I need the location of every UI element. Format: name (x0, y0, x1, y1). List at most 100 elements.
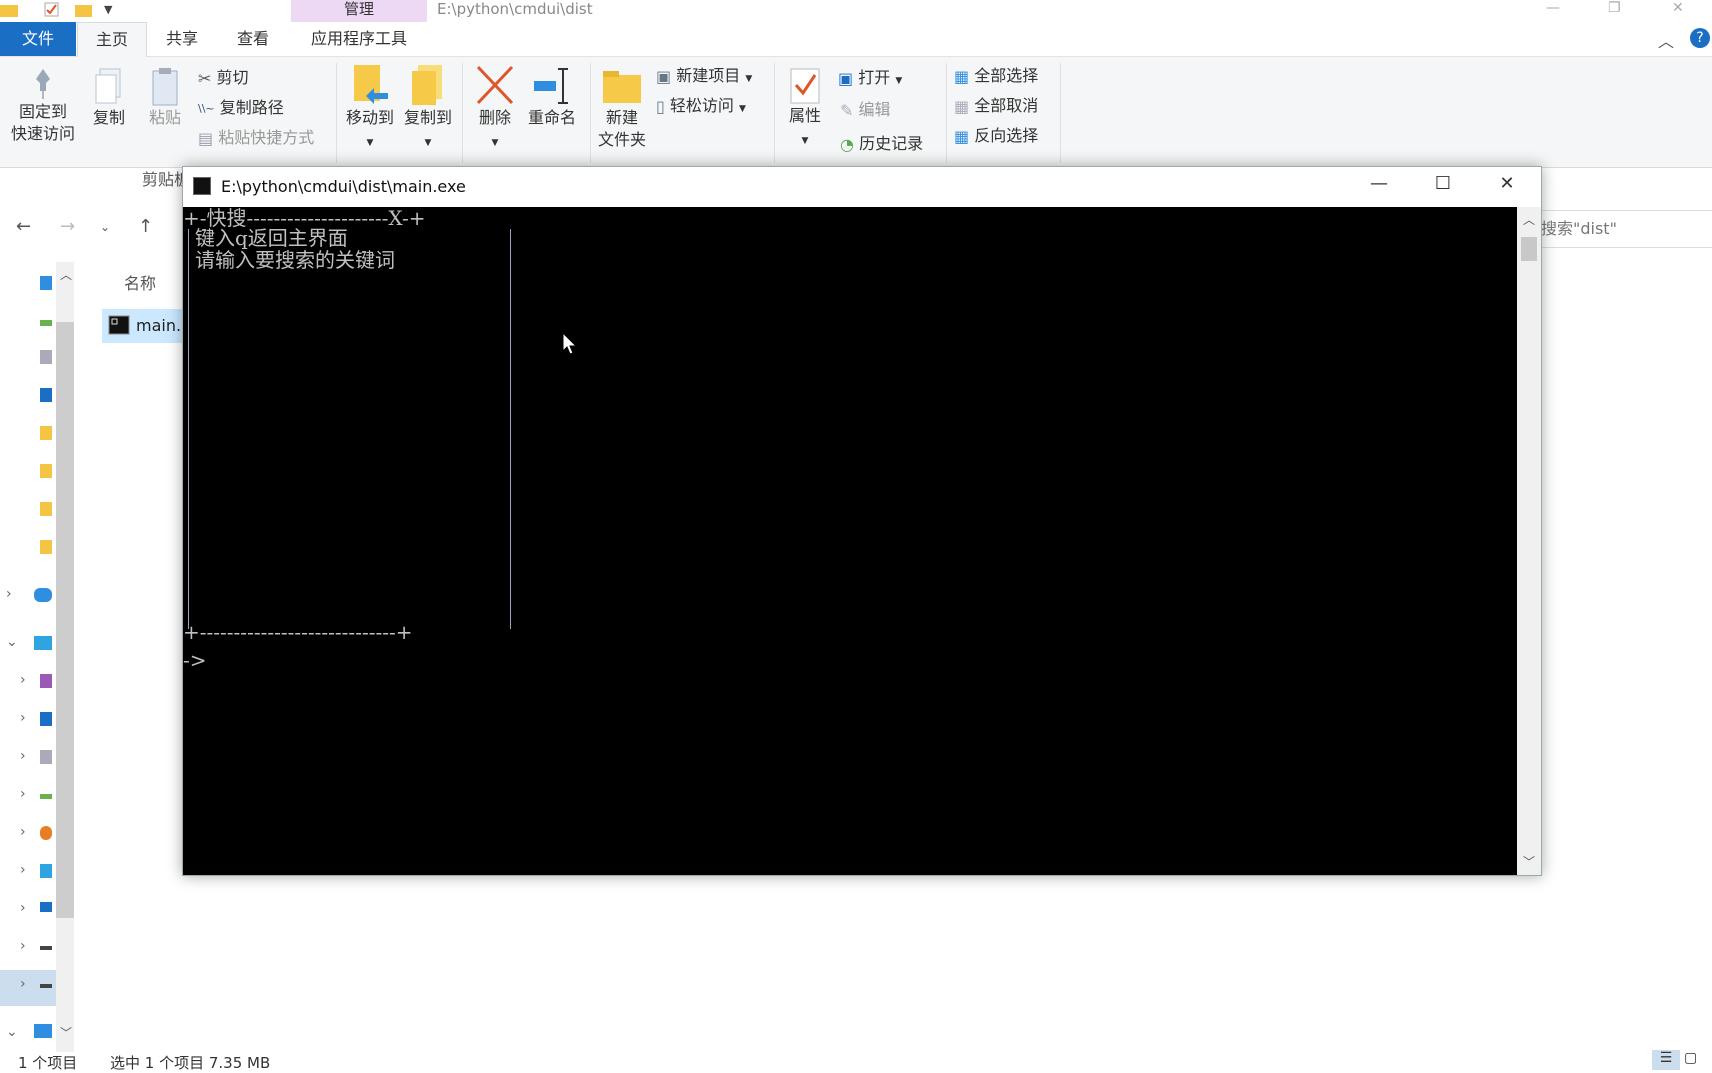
folder-icon[interactable] (40, 540, 52, 554)
properties-check-icon (790, 68, 820, 104)
copy-to-button[interactable]: 复制到 ▼ (400, 63, 456, 154)
music-icon[interactable] (40, 826, 52, 840)
back-arrow-icon[interactable]: ← (16, 216, 31, 237)
nav-scrollbar-thumb[interactable] (56, 322, 74, 918)
open-icon: ▣ (838, 68, 854, 88)
paste-button[interactable]: 粘贴 (140, 67, 190, 129)
new-folder-icon[interactable] (74, 2, 94, 18)
videos-icon[interactable] (40, 674, 52, 688)
folder-icon[interactable] (40, 464, 52, 478)
close-icon[interactable]: ✕ (1672, 0, 1684, 16)
help-icon[interactable]: ? (1690, 28, 1710, 48)
folder-icon[interactable] (40, 426, 52, 440)
chevron-right-icon[interactable]: › (20, 900, 26, 916)
properties-button[interactable]: 属性 ▼ (780, 65, 830, 152)
frame-left-border (188, 229, 189, 629)
drive-icon[interactable] (40, 946, 52, 950)
tab-manage[interactable]: 管理 (291, 0, 427, 22)
windows-drive-icon[interactable] (40, 902, 52, 912)
console-titlebar[interactable]: E:\python\cmdui\dist\main.exe — ☐ ✕ (183, 167, 1541, 207)
chevron-down-icon[interactable]: ⌄ (6, 634, 18, 650)
minimize-icon[interactable]: — (1546, 0, 1560, 16)
details-view-icon[interactable]: ☰ (1652, 1050, 1680, 1070)
tab-file[interactable]: 文件 (0, 22, 76, 56)
properties-check-icon[interactable] (44, 2, 60, 18)
copy-path-button[interactable]: \\~ 复制路径 (198, 97, 284, 120)
new-item-button[interactable]: ▣ 新建项目 ▼ (656, 65, 752, 90)
select-none-label: 全部取消 (974, 96, 1039, 115)
select-all-button[interactable]: ▦ 全部选择 (954, 65, 1038, 88)
invert-selection-button[interactable]: ▦ 反向选择 (954, 125, 1038, 148)
delete-button[interactable]: 删除 ▼ (470, 63, 520, 154)
forward-arrow-icon[interactable]: → (60, 216, 75, 237)
tab-home[interactable]: 主页 (77, 22, 147, 57)
paste-label: 粘贴 (148, 108, 181, 127)
chevron-right-icon[interactable]: › (6, 586, 12, 602)
console-app-icon (193, 177, 211, 195)
prompt-line: 请输入要搜索的关键词 (195, 248, 395, 272)
select-none-button[interactable]: ▦ 全部取消 (954, 95, 1038, 118)
chevron-down-icon[interactable]: ⌄ (6, 1024, 18, 1040)
quick-access-icon[interactable] (40, 276, 52, 290)
chevron-right-icon[interactable]: › (20, 672, 26, 688)
paste-shortcut-label: 粘贴快捷方式 (218, 128, 315, 147)
column-header-name[interactable]: 名称 (124, 270, 156, 294)
open-button[interactable]: ▣ 打开 ▼ (838, 67, 902, 92)
cut-button[interactable]: ✂ 剪切 (198, 67, 249, 90)
tab-view[interactable]: 查看 (220, 22, 286, 56)
collapse-ribbon-icon[interactable]: ︿ (1658, 28, 1674, 52)
up-arrow-icon[interactable]: ↑ (138, 216, 153, 237)
chevron-right-icon[interactable]: › (20, 710, 26, 726)
select-all-label: 全部选择 (974, 66, 1039, 85)
new-folder-button[interactable]: 新建 文件夹 (594, 63, 650, 151)
move-to-label: 移动到 (345, 108, 394, 127)
history-button[interactable]: ◔ 历史记录 (840, 133, 923, 156)
scroll-up-icon[interactable]: ︿ (60, 266, 72, 283)
restore-icon[interactable]: ❐ (1608, 0, 1621, 16)
chevron-right-icon[interactable]: › (20, 824, 26, 840)
this-pc-icon[interactable] (34, 636, 52, 650)
scroll-down-icon[interactable]: ﹀ (60, 1024, 72, 1041)
rename-button[interactable]: 重命名 (524, 63, 580, 129)
network-icon[interactable] (34, 1024, 52, 1038)
bookmark-icon[interactable] (40, 388, 52, 402)
paste-shortcut-button[interactable]: ▤ 粘贴快捷方式 (198, 127, 314, 150)
console-minimize-icon[interactable]: — (1359, 173, 1399, 194)
console-output[interactable]: +-快搜---------------------X-+ 键入q返回主界面 请输… (183, 207, 1517, 875)
copy-button[interactable]: 复制 (84, 67, 134, 129)
rename-label: 重命名 (527, 108, 576, 127)
chevron-right-icon[interactable]: › (20, 748, 26, 764)
chevron-right-icon[interactable]: › (20, 976, 26, 992)
move-to-button[interactable]: 移动到 ▼ (342, 63, 398, 154)
console-scrollbar-thumb[interactable] (1521, 237, 1537, 261)
console-close-icon[interactable]: ✕ (1487, 173, 1527, 194)
desktop-icon[interactable] (40, 864, 52, 878)
tab-app-tools[interactable]: 应用程序工具 (292, 22, 426, 56)
edit-button[interactable]: ✎ 编辑 (840, 99, 891, 122)
pictures-icon[interactable] (40, 750, 52, 764)
console-window[interactable]: E:\python\cmdui\dist\main.exe — ☐ ✕ +-快搜… (182, 166, 1542, 876)
console-scroll-up-icon[interactable]: ︿ (1523, 211, 1535, 228)
chevron-right-icon[interactable]: › (20, 938, 26, 954)
download-icon[interactable] (40, 320, 52, 326)
onedrive-cloud-icon[interactable] (34, 588, 52, 602)
chevron-right-icon[interactable]: › (20, 786, 26, 802)
downloads-icon[interactable] (40, 794, 52, 799)
document-icon[interactable] (40, 350, 52, 364)
console-scroll-down-icon[interactable]: ﹀ (1523, 853, 1535, 870)
pin-quick-access-button[interactable]: 固定到 快速访问 (4, 67, 82, 145)
qat-dropdown-icon[interactable]: ▼ (104, 3, 112, 16)
chevron-right-icon[interactable]: › (20, 862, 26, 878)
ribbon-home: 固定到 快速访问 复制 粘贴 ✂ 剪切 \\~ 复制路径 ▤ 粘贴快捷方式 剪贴… (0, 57, 1712, 189)
console-maximize-icon[interactable]: ☐ (1423, 173, 1463, 194)
documents-icon[interactable] (40, 712, 52, 726)
input-prompt[interactable]: -> (183, 649, 207, 671)
selected-drive-row[interactable] (0, 970, 56, 1006)
tab-share[interactable]: 共享 (150, 22, 214, 56)
folder-icon[interactable] (40, 502, 52, 516)
easy-access-button[interactable]: ▯ 轻松访问 ▼ (656, 95, 746, 120)
recent-dropdown-icon[interactable]: ⌄ (100, 220, 110, 234)
large-icons-view-icon[interactable]: ▢ (1684, 1050, 1697, 1066)
drive-icon[interactable] (40, 984, 52, 988)
console-scrollbar[interactable] (1517, 207, 1541, 875)
